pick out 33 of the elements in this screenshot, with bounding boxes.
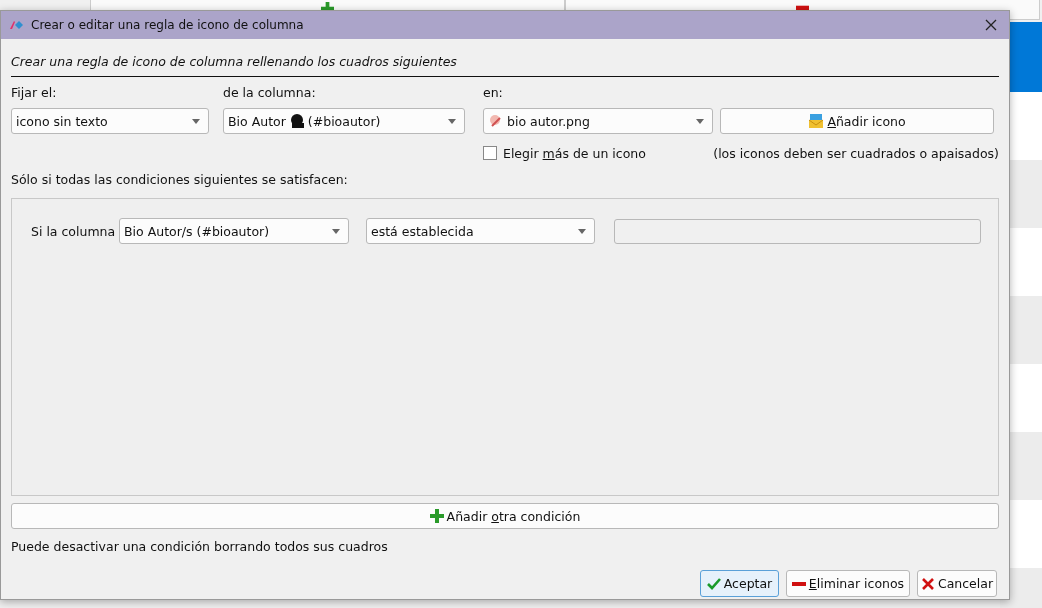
caret-icon <box>332 228 340 234</box>
remove-icons-button[interactable]: Eliminar iconos <box>786 570 910 597</box>
conditions-label: Sólo si todas las condiciones siguientes se satisfacen: <box>11 172 349 188</box>
column-dropdown[interactable]: Bio Autor/s (#bioautor) <box>119 218 349 244</box>
window-title: Crear o editar una regla de icono de columna <box>31 18 305 32</box>
dropdown[interactable]: Bio Autor (#bioautor) <box>223 108 465 134</box>
field-label: en: <box>483 85 504 100</box>
add-icon-button[interactable]: Añadir icono <box>720 108 994 134</box>
operator-dropdown[interactable]: está establecida <box>366 218 595 244</box>
add-condition-button[interactable]: Añadir otra condición <box>11 503 999 529</box>
envelope-icon <box>808 113 825 129</box>
field-label: de la columna: <box>223 85 317 100</box>
heading-text: Crear una regla de icono de columna rellenando los cuadros siguientes <box>11 54 458 71</box>
cancel-button[interactable]: Cancelar <box>917 570 997 597</box>
app-icon <box>9 19 25 31</box>
cross-icon <box>920 576 935 591</box>
dropdown[interactable]: icono sin texto <box>11 108 209 134</box>
image-icon <box>488 113 504 129</box>
field-label: Fijar el: <box>11 85 58 100</box>
checkmark-icon <box>706 576 721 591</box>
caret-icon <box>448 118 456 124</box>
person-silhouette-icon <box>288 113 305 129</box>
ok-button[interactable]: Aceptar <box>700 570 779 597</box>
dropdown[interactable]: bio autor.png <box>483 108 713 134</box>
plus-icon <box>429 509 444 523</box>
icon-note: (los iconos deben ser cuadrados o apaisados) <box>713 145 999 161</box>
hint-text: Puede desactivar una condición borrando todos sus cuadros <box>11 539 389 555</box>
multi-icon-checkbox[interactable]: Elegir más de un icono <box>483 145 646 161</box>
close-icon[interactable] <box>985 19 997 31</box>
caret-icon <box>192 118 200 124</box>
caret-icon <box>696 118 704 124</box>
condition-label: Si la columna <box>31 223 117 239</box>
caret-icon <box>578 228 586 234</box>
